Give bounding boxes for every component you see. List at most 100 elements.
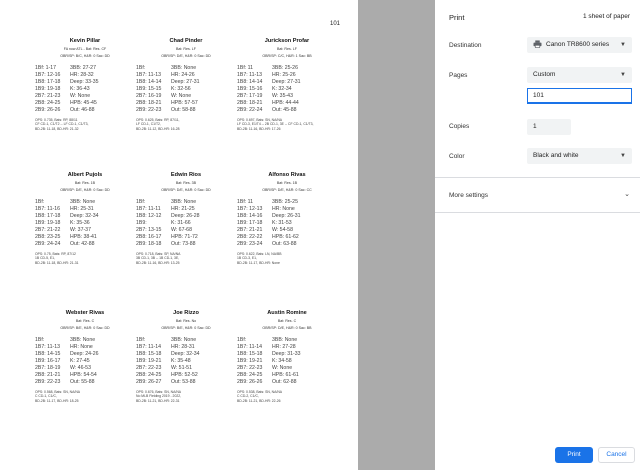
stat-right: W: None <box>70 92 91 99</box>
player-ratings: OBR/SP: D/E, H&R: 0 Sac: CC <box>262 187 312 192</box>
chevron-down-icon: ▼ <box>620 153 626 159</box>
stat-left: 1B7: 11-14 <box>237 343 262 350</box>
stat-right: Out: 45-88 <box>272 106 297 113</box>
pages-input[interactable]: 101 <box>527 88 632 104</box>
stat-row: 1B9: 15-15 K: 32-56 <box>136 86 236 93</box>
destination-value: Canon TR8600 series <box>546 41 610 48</box>
player-name: Austin Romine <box>267 310 307 316</box>
stat-row: 1Bf: 3BB: None <box>136 337 236 344</box>
stat-left: 2B8: 24-25 <box>35 99 61 106</box>
stat-right: 3BB: None <box>70 198 96 205</box>
stat-row: 2B7: 21-23 W: None <box>35 93 135 100</box>
player-ratings: OBR/SP: B/C, H&R: 0 Sac: DD <box>60 53 110 58</box>
stat-row: 1B9: 19-18 K: 36-43 <box>35 86 135 93</box>
pages-select[interactable]: Custom ▼ <box>527 67 632 83</box>
stat-left: 1B7: 11-13 <box>35 343 60 350</box>
player-position: Bat: Res. 1B <box>74 180 96 185</box>
stat-row: 1B7: 11-13 HR: 25-26 <box>237 72 337 79</box>
stat-right: Out: 46-88 <box>70 106 95 113</box>
color-select[interactable]: Black and white ▼ <box>527 148 632 164</box>
stat-left: 1Bf: <box>35 336 45 343</box>
player-ratings: OBR/SP: D/E, H&R: 0 Sac: DD <box>60 187 110 192</box>
stat-left: 1Bf: <box>35 198 45 205</box>
player-notes: OPS: 0.625, Bats: RP, 87/11, LF CD-1, C1/… <box>136 118 236 132</box>
player-stats: 1Bf: 1-17 3BB: 27-27 1B7: 12-16 HR: 28-32 1B… <box>35 65 135 114</box>
stat-row: 1Bf: 3BB: None <box>237 337 337 344</box>
player-ratings: OBR/SP: C/C, H&R: 1 Sac: BB <box>262 53 312 58</box>
stat-right: W: 67-68 <box>171 226 192 233</box>
divider <box>435 212 640 213</box>
stat-row: 1Bf: 11 3BB: 25-26 <box>237 65 337 72</box>
stat-left: 2B7: 21-23 <box>35 92 61 99</box>
stat-row: 1B9: 19-18 K: 35-36 <box>35 220 135 227</box>
note-line: BD-2B: 11-16, BD-HR: 13-25 <box>136 260 180 265</box>
stat-row: 1Bf: 1-17 3BB: 27-27 <box>35 65 135 72</box>
copies-label: Copies <box>449 123 470 130</box>
stat-row: 1B7: 11-14 HR: 27-28 <box>237 344 337 351</box>
player-card: Jurickson Profar Bat: Res. LF OBR/SP: C/C,… <box>237 38 337 131</box>
stat-row: 2B9: 22-24 Out: 45-88 <box>237 107 337 114</box>
stat-row: 1B8: 15-18 Deep: 31-33 <box>237 351 337 358</box>
stat-left: 2B9: 26-26 <box>237 378 263 385</box>
stat-row: 2B8: 16-17 HPB: 71-72 <box>136 234 236 241</box>
stat-right: 3BB: None <box>171 336 197 343</box>
stat-left: 2B7: 21-22 <box>35 226 61 233</box>
preview-page: 101 Kevin Pillar FA now ATL - Bat: Res. C… <box>0 0 358 470</box>
stat-right: HPB: 61-61 <box>272 371 299 378</box>
stat-row: 2B7: 16-19 W: None <box>136 93 236 100</box>
stat-right: HPB: 45-45 <box>70 99 97 106</box>
note-line: BD-2B: 11-12, BD-HR: 16-28 <box>136 126 180 131</box>
stat-left: 2B7: 18-19 <box>35 364 61 371</box>
stat-right: Out: 62-88 <box>272 378 297 385</box>
copies-input[interactable]: 1 <box>527 119 571 135</box>
stat-left: 1B8: 14-16 <box>237 212 263 219</box>
destination-select[interactable]: Canon TR8600 series ▼ <box>527 37 632 53</box>
stat-left: 2B9: 22-23 <box>35 378 61 385</box>
print-button[interactable]: Print <box>555 447 593 463</box>
pages-label: Pages <box>449 72 468 79</box>
stat-left: 1Bf: <box>237 336 247 343</box>
stat-left: 2B9: 23-24 <box>237 240 263 247</box>
stat-right: W: 51-51 <box>171 364 192 371</box>
chevron-down-icon[interactable]: ⌄ <box>624 190 630 198</box>
note-line: BD-2B: 11-16, BD-HR: 17-26 <box>237 126 281 131</box>
stat-right: 3BB: 25-25 <box>272 198 298 205</box>
player-card: Edwin Rios Bat: Res. 3B OBR/SP: D/E, H&R: … <box>136 172 236 265</box>
player-notes: OPS: 0.75, Bats: RP, 87/12 1B CD-5, E1, BD… <box>35 252 135 266</box>
stat-right: HR: 21-25 <box>171 205 195 212</box>
stat-left: 1B7: 12-16 <box>35 71 61 78</box>
stat-left: 1B8: 17-18 <box>35 212 61 219</box>
stat-right: Out: 53-88 <box>171 378 196 385</box>
stat-right: HPB: 57-57 <box>171 99 198 106</box>
stat-left: 1B8: 14-15 <box>35 350 61 357</box>
destination-label: Destination <box>449 42 482 49</box>
player-notes: OPS: 0.538, Bats: SN, NA/NA C CD-2, C1/C,… <box>237 390 337 404</box>
stat-row: 2B8: 24-25 HPB: 52-52 <box>136 372 236 379</box>
stat-row: 2B8: 22-22 HPB: 61-62 <box>237 234 337 241</box>
player-name: Jurickson Profar <box>264 38 310 44</box>
stat-right: 3BB: None <box>272 336 298 343</box>
stat-right: W: None <box>171 92 192 99</box>
stat-row: 2B8: 24-25 HPB: 61-61 <box>237 372 337 379</box>
preview-scrollbar[interactable] <box>358 0 368 470</box>
stat-row: 1B8: 14-15 Deep: 24-26 <box>35 351 135 358</box>
player-card: Austin Romine Bat: Res. C OBR/SP: D/E, H&R… <box>237 310 337 403</box>
stat-right: W: 35-43 <box>272 92 293 99</box>
cancel-button[interactable]: Cancel <box>598 447 635 463</box>
stat-row: 1B8: 14-16 Deep: 26-31 <box>237 213 337 220</box>
stat-right: K: 32-34 <box>272 85 292 92</box>
player-name: Alfonso Rivas <box>268 172 306 178</box>
stat-left: 1B9: <box>136 219 147 226</box>
more-settings-toggle[interactable]: More settings <box>449 192 488 199</box>
stat-left: 1B8: 14-14 <box>136 78 162 85</box>
player-ratings: OBR/SP: D/E, H&R: 0 Sac: DD <box>161 53 211 58</box>
stat-left: 2B7: 17-19 <box>237 92 263 99</box>
stat-left: 1Bf: 1-17 <box>35 64 57 71</box>
stat-right: 3BB: None <box>171 198 197 205</box>
stat-right: K: 31-53 <box>272 219 292 226</box>
stat-row: 2B8: 24-25 HPB: 45-45 <box>35 100 135 107</box>
stat-left: 1B7: 11-13 <box>136 71 161 78</box>
stat-right: HPB: 61-62 <box>272 233 299 240</box>
stat-right: HR: 28-31 <box>171 343 195 350</box>
player-position: Bat: Res. 3B <box>175 180 197 185</box>
